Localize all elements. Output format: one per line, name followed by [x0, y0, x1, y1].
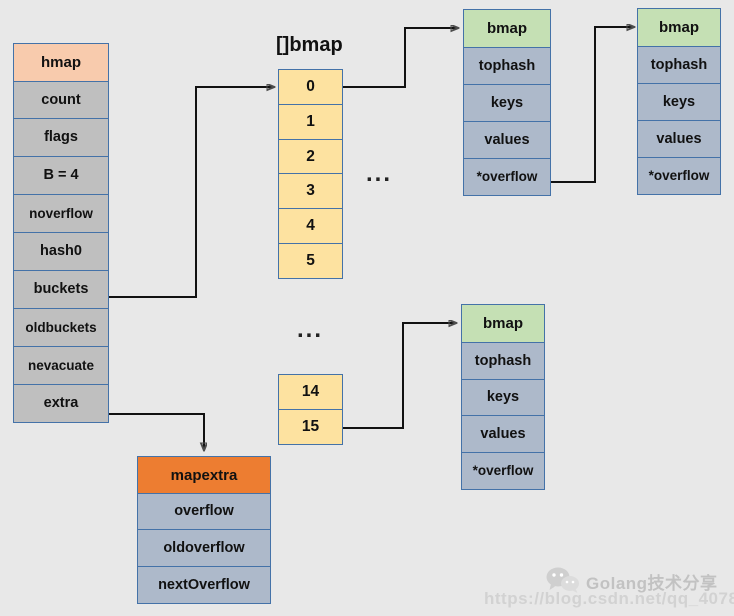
- mapextra-field-oldoverflow: oldoverflow: [137, 529, 271, 567]
- bucket-cell-5[interactable]: 5: [278, 243, 343, 279]
- wire-bucket0-to-bmap: [343, 28, 458, 88]
- hmap-field-nevacuate: nevacuate: [13, 346, 109, 385]
- hmap-field-extra: extra: [13, 384, 109, 423]
- wire-extra-to-mapextra: [109, 413, 204, 450]
- bucket-cell-2[interactable]: 2: [278, 139, 343, 174]
- bucket-array-bottom: 14 15: [278, 374, 343, 445]
- bmap-overflow-top: bmap tophash keys values *overflow: [637, 8, 721, 195]
- bmap-field-values-2: values: [637, 120, 721, 158]
- bucket-cell-15[interactable]: 15: [278, 409, 343, 445]
- hmap-field-flags: flags: [13, 118, 109, 157]
- bmap-field-overflow-2: *overflow: [637, 157, 721, 195]
- bucket-array-title: []bmap: [276, 34, 343, 56]
- bmap-primary-bottom: bmap tophash keys values *overflow: [461, 304, 545, 490]
- bmap-field-values-1: values: [463, 121, 551, 159]
- wire-buckets-to-bucketarray: [109, 87, 274, 298]
- bmap-field-keys-1: keys: [463, 84, 551, 122]
- bmap-field-keys-3: keys: [461, 379, 545, 416]
- diagram-canvas: hmap count flags B = 4 noverflow hash0 b…: [0, 0, 734, 616]
- bmap-field-values-3: values: [461, 415, 545, 453]
- bmap-field-keys-2: keys: [637, 83, 721, 121]
- wire-bucket15-to-bmap: [343, 323, 456, 429]
- ellipsis-bottom: ...: [297, 316, 324, 343]
- bmap-field-tophash-2: tophash: [637, 46, 721, 84]
- hmap-field-count: count: [13, 81, 109, 119]
- bmap-field-tophash-3: tophash: [461, 342, 545, 380]
- hmap-header: hmap: [13, 43, 109, 82]
- bmap-header-1: bmap: [463, 9, 551, 48]
- bmap-field-overflow-1: *overflow: [463, 158, 551, 196]
- hmap-field-hash0: hash0: [13, 232, 109, 271]
- mapextra-field-nextoverflow: nextOverflow: [137, 566, 271, 604]
- hmap-field-b: B = 4: [13, 156, 109, 195]
- bmap-field-tophash-1: tophash: [463, 47, 551, 85]
- bucket-cell-4[interactable]: 4: [278, 208, 343, 244]
- hmap-field-buckets: buckets: [13, 270, 109, 309]
- bucket-cell-0[interactable]: 0: [278, 69, 343, 105]
- mapextra-struct: mapextra overflow oldoverflow nextOverfl…: [137, 456, 271, 604]
- watermark-url: https://blog.csdn.net/qq_40788718: [484, 589, 734, 608]
- bucket-cell-14[interactable]: 14: [278, 374, 343, 410]
- ellipsis-right: ...: [366, 160, 393, 187]
- wire-overflow-to-bmap2: [551, 27, 634, 183]
- bucket-array-top: 0 1 2 3 4 5: [278, 69, 343, 279]
- bucket-cell-3[interactable]: 3: [278, 173, 343, 209]
- bucket-cell-1[interactable]: 1: [278, 104, 343, 140]
- bmap-header-2: bmap: [637, 8, 721, 47]
- mapextra-header: mapextra: [137, 456, 271, 494]
- hmap-struct: hmap count flags B = 4 noverflow hash0 b…: [13, 43, 109, 423]
- hmap-field-noverflow: noverflow: [13, 194, 109, 233]
- bmap-primary-top: bmap tophash keys values *overflow: [463, 9, 551, 196]
- watermark-brand: Golang技术分享: [586, 574, 718, 593]
- bmap-field-overflow-3: *overflow: [461, 452, 545, 490]
- hmap-field-oldbuckets: oldbuckets: [13, 308, 109, 347]
- mapextra-field-overflow: overflow: [137, 493, 271, 530]
- bmap-header-3: bmap: [461, 304, 545, 343]
- wechat-logo-icon: [546, 567, 579, 593]
- connector-layer: [109, 0, 734, 616]
